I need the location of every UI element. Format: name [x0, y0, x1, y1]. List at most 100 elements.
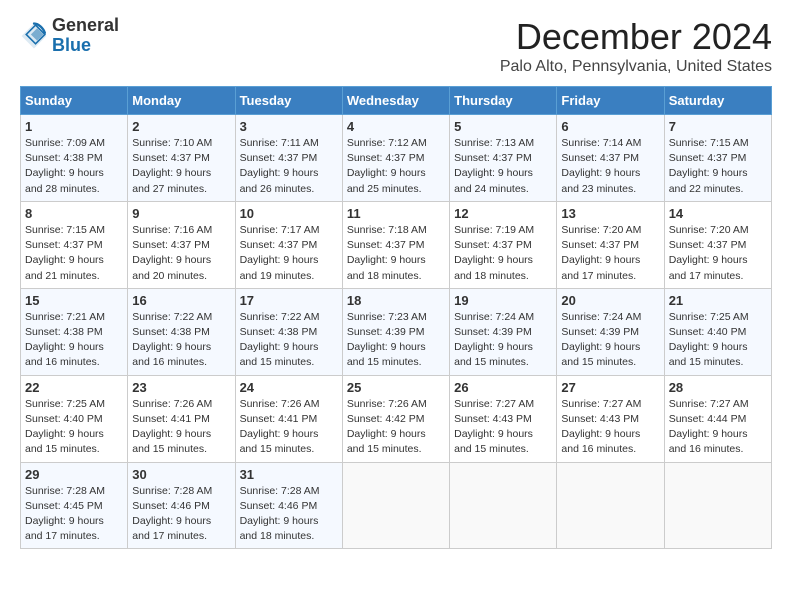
day-number: 31 [240, 467, 338, 482]
calendar-cell: 4 Sunrise: 7:12 AMSunset: 4:37 PMDayligh… [342, 115, 449, 202]
day-detail: Sunrise: 7:24 AMSunset: 4:39 PMDaylight:… [561, 310, 659, 371]
week-row-2: 8 Sunrise: 7:15 AMSunset: 4:37 PMDayligh… [21, 201, 772, 288]
calendar-cell: 8 Sunrise: 7:15 AMSunset: 4:37 PMDayligh… [21, 201, 128, 288]
calendar-cell: 25 Sunrise: 7:26 AMSunset: 4:42 PMDaylig… [342, 375, 449, 462]
day-detail: Sunrise: 7:16 AMSunset: 4:37 PMDaylight:… [132, 223, 230, 284]
calendar-cell: 20 Sunrise: 7:24 AMSunset: 4:39 PMDaylig… [557, 288, 664, 375]
day-number: 24 [240, 380, 338, 395]
calendar-cell: 9 Sunrise: 7:16 AMSunset: 4:37 PMDayligh… [128, 201, 235, 288]
calendar-cell: 7 Sunrise: 7:15 AMSunset: 4:37 PMDayligh… [664, 115, 771, 202]
calendar-cell [342, 462, 449, 549]
calendar-cell: 19 Sunrise: 7:24 AMSunset: 4:39 PMDaylig… [450, 288, 557, 375]
calendar-cell: 22 Sunrise: 7:25 AMSunset: 4:40 PMDaylig… [21, 375, 128, 462]
calendar-cell: 31 Sunrise: 7:28 AMSunset: 4:46 PMDaylig… [235, 462, 342, 549]
day-number: 6 [561, 119, 659, 134]
day-number: 11 [347, 206, 445, 221]
calendar-cell: 26 Sunrise: 7:27 AMSunset: 4:43 PMDaylig… [450, 375, 557, 462]
day-header-tuesday: Tuesday [235, 87, 342, 115]
day-detail: Sunrise: 7:15 AMSunset: 4:37 PMDaylight:… [669, 136, 767, 197]
day-number: 20 [561, 293, 659, 308]
logo: General Blue [20, 16, 119, 56]
day-number: 17 [240, 293, 338, 308]
day-number: 5 [454, 119, 552, 134]
day-number: 23 [132, 380, 230, 395]
calendar-cell: 27 Sunrise: 7:27 AMSunset: 4:43 PMDaylig… [557, 375, 664, 462]
header: General Blue December 2024 Palo Alto, Pe… [20, 16, 772, 76]
day-detail: Sunrise: 7:23 AMSunset: 4:39 PMDaylight:… [347, 310, 445, 371]
day-number: 7 [669, 119, 767, 134]
day-number: 28 [669, 380, 767, 395]
calendar-cell: 13 Sunrise: 7:20 AMSunset: 4:37 PMDaylig… [557, 201, 664, 288]
week-row-1: 1 Sunrise: 7:09 AMSunset: 4:38 PMDayligh… [21, 115, 772, 202]
calendar-cell: 12 Sunrise: 7:19 AMSunset: 4:37 PMDaylig… [450, 201, 557, 288]
day-number: 8 [25, 206, 123, 221]
day-detail: Sunrise: 7:20 AMSunset: 4:37 PMDaylight:… [669, 223, 767, 284]
week-row-4: 22 Sunrise: 7:25 AMSunset: 4:40 PMDaylig… [21, 375, 772, 462]
day-number: 19 [454, 293, 552, 308]
day-headers-row: SundayMondayTuesdayWednesdayThursdayFrid… [21, 87, 772, 115]
calendar-cell: 30 Sunrise: 7:28 AMSunset: 4:46 PMDaylig… [128, 462, 235, 549]
day-detail: Sunrise: 7:09 AMSunset: 4:38 PMDaylight:… [25, 136, 123, 197]
day-header-monday: Monday [128, 87, 235, 115]
calendar-cell [557, 462, 664, 549]
week-row-3: 15 Sunrise: 7:21 AMSunset: 4:38 PMDaylig… [21, 288, 772, 375]
calendar-cell [664, 462, 771, 549]
day-detail: Sunrise: 7:22 AMSunset: 4:38 PMDaylight:… [132, 310, 230, 371]
day-detail: Sunrise: 7:25 AMSunset: 4:40 PMDaylight:… [669, 310, 767, 371]
day-number: 30 [132, 467, 230, 482]
day-number: 16 [132, 293, 230, 308]
day-header-sunday: Sunday [21, 87, 128, 115]
day-detail: Sunrise: 7:19 AMSunset: 4:37 PMDaylight:… [454, 223, 552, 284]
day-number: 14 [669, 206, 767, 221]
calendar-cell: 1 Sunrise: 7:09 AMSunset: 4:38 PMDayligh… [21, 115, 128, 202]
day-detail: Sunrise: 7:14 AMSunset: 4:37 PMDaylight:… [561, 136, 659, 197]
calendar-cell: 15 Sunrise: 7:21 AMSunset: 4:38 PMDaylig… [21, 288, 128, 375]
logo-icon [20, 22, 48, 50]
calendar-cell: 29 Sunrise: 7:28 AMSunset: 4:45 PMDaylig… [21, 462, 128, 549]
calendar-cell: 10 Sunrise: 7:17 AMSunset: 4:37 PMDaylig… [235, 201, 342, 288]
week-row-5: 29 Sunrise: 7:28 AMSunset: 4:45 PMDaylig… [21, 462, 772, 549]
day-detail: Sunrise: 7:28 AMSunset: 4:46 PMDaylight:… [132, 484, 230, 545]
location: Palo Alto, Pennsylvania, United States [500, 58, 772, 76]
day-number: 21 [669, 293, 767, 308]
day-detail: Sunrise: 7:26 AMSunset: 4:41 PMDaylight:… [132, 397, 230, 458]
calendar-cell: 2 Sunrise: 7:10 AMSunset: 4:37 PMDayligh… [128, 115, 235, 202]
calendar-cell: 16 Sunrise: 7:22 AMSunset: 4:38 PMDaylig… [128, 288, 235, 375]
day-number: 15 [25, 293, 123, 308]
day-detail: Sunrise: 7:26 AMSunset: 4:41 PMDaylight:… [240, 397, 338, 458]
day-number: 9 [132, 206, 230, 221]
day-header-saturday: Saturday [664, 87, 771, 115]
day-detail: Sunrise: 7:21 AMSunset: 4:38 PMDaylight:… [25, 310, 123, 371]
day-detail: Sunrise: 7:27 AMSunset: 4:44 PMDaylight:… [669, 397, 767, 458]
day-detail: Sunrise: 7:28 AMSunset: 4:46 PMDaylight:… [240, 484, 338, 545]
day-detail: Sunrise: 7:11 AMSunset: 4:37 PMDaylight:… [240, 136, 338, 197]
day-number: 10 [240, 206, 338, 221]
day-detail: Sunrise: 7:28 AMSunset: 4:45 PMDaylight:… [25, 484, 123, 545]
day-detail: Sunrise: 7:15 AMSunset: 4:37 PMDaylight:… [25, 223, 123, 284]
day-detail: Sunrise: 7:22 AMSunset: 4:38 PMDaylight:… [240, 310, 338, 371]
day-number: 18 [347, 293, 445, 308]
day-number: 26 [454, 380, 552, 395]
day-number: 1 [25, 119, 123, 134]
day-detail: Sunrise: 7:17 AMSunset: 4:37 PMDaylight:… [240, 223, 338, 284]
day-header-friday: Friday [557, 87, 664, 115]
day-detail: Sunrise: 7:13 AMSunset: 4:37 PMDaylight:… [454, 136, 552, 197]
logo-blue: Blue [52, 35, 91, 55]
calendar-cell: 5 Sunrise: 7:13 AMSunset: 4:37 PMDayligh… [450, 115, 557, 202]
calendar-cell: 18 Sunrise: 7:23 AMSunset: 4:39 PMDaylig… [342, 288, 449, 375]
calendar-cell: 28 Sunrise: 7:27 AMSunset: 4:44 PMDaylig… [664, 375, 771, 462]
calendar-cell: 24 Sunrise: 7:26 AMSunset: 4:41 PMDaylig… [235, 375, 342, 462]
day-number: 29 [25, 467, 123, 482]
calendar-cell: 3 Sunrise: 7:11 AMSunset: 4:37 PMDayligh… [235, 115, 342, 202]
day-detail: Sunrise: 7:27 AMSunset: 4:43 PMDaylight:… [561, 397, 659, 458]
day-number: 2 [132, 119, 230, 134]
month-title: December 2024 [500, 16, 772, 58]
calendar-cell: 6 Sunrise: 7:14 AMSunset: 4:37 PMDayligh… [557, 115, 664, 202]
day-detail: Sunrise: 7:20 AMSunset: 4:37 PMDaylight:… [561, 223, 659, 284]
day-header-thursday: Thursday [450, 87, 557, 115]
calendar-table: SundayMondayTuesdayWednesdayThursdayFrid… [20, 86, 772, 549]
calendar-cell: 23 Sunrise: 7:26 AMSunset: 4:41 PMDaylig… [128, 375, 235, 462]
day-detail: Sunrise: 7:27 AMSunset: 4:43 PMDaylight:… [454, 397, 552, 458]
calendar-cell: 17 Sunrise: 7:22 AMSunset: 4:38 PMDaylig… [235, 288, 342, 375]
day-detail: Sunrise: 7:24 AMSunset: 4:39 PMDaylight:… [454, 310, 552, 371]
